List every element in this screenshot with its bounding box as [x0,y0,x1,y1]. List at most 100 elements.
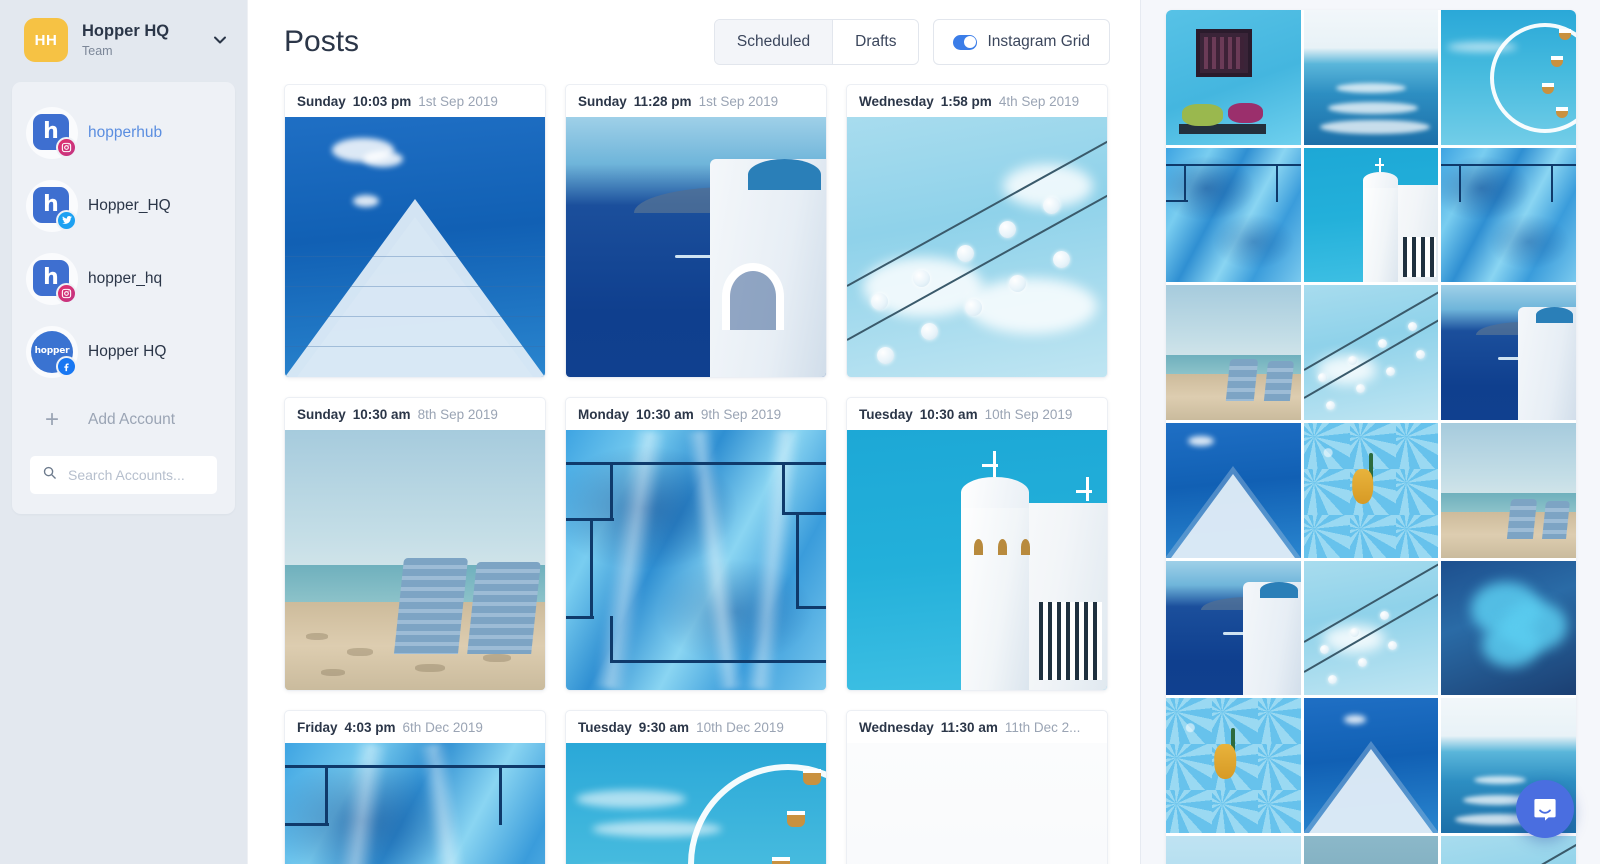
posts-grid: Sunday 10:03 pm 1st Sep 2019 Sunday 11:2… [284,84,1108,864]
post-image[interactable] [566,743,826,864]
post-meta: Sunday 10:03 pm 1st Sep 2019 [285,85,545,117]
instagram-grid-tile[interactable] [1166,10,1301,145]
instagram-grid-tile[interactable] [1166,698,1301,834]
facebook-icon [56,355,77,377]
instagram-grid-tile[interactable] [1303,698,1439,834]
post-image[interactable] [847,430,1107,690]
post-image[interactable] [847,117,1107,377]
chat-icon [1531,795,1559,823]
search-accounts-box[interactable] [30,456,249,494]
posts-scroll-area[interactable]: Sunday 10:03 pm 1st Sep 2019 Sunday 11:2… [248,84,1140,864]
post-date: 4th Sep 2019 [998,93,1080,109]
chevron-down-icon[interactable] [209,29,231,51]
workspace-name: Hopper HQ [82,22,170,41]
post-card[interactable]: Wednesday 11:30 am 11th Dec 2... [846,710,1108,864]
page-title: Posts [284,25,360,58]
post-date: 10th Dec 2019 [696,719,784,735]
post-card[interactable]: Tuesday 9:30 am 10th Dec 2019 [565,710,827,864]
intercom-messenger-button[interactable] [1516,780,1574,838]
post-time: 10:30 am [352,406,411,422]
sidebar-account-hopper-hq-instagram[interactable]: h hopper_hq [12,242,235,315]
header-controls: Scheduled Drafts Instagram Grid [713,19,1110,65]
instagram-grid [1166,10,1576,864]
post-date: 1st Sep 2019 [698,93,779,109]
instagram-grid-toggle[interactable]: Instagram Grid [933,19,1110,65]
post-day-time: Wednesday [859,93,934,109]
post-day-time: Sunday [297,406,346,422]
twitter-icon [56,209,77,231]
instagram-grid-tile[interactable] [1441,285,1576,421]
instagram-grid-tile[interactable] [1303,147,1439,283]
instagram-grid-tile[interactable] [1441,836,1576,864]
tab-drafts[interactable]: Drafts [833,20,919,64]
toggle-switch[interactable] [953,34,978,50]
sidebar: HH Hopper HQ Team h hopperhub h Hopper_H… [0,0,249,864]
post-meta: Tuesday 10:30 am 10th Sep 2019 [847,398,1107,430]
sidebar-account-label: hopper_hq [88,269,163,287]
post-meta: Tuesday 9:30 am 10th Dec 2019 [566,711,826,743]
sidebar-account-hopper-hq-facebook[interactable]: hopper Hopper HQ [12,315,235,388]
post-date: 1st Sep 2019 [418,93,498,109]
post-date: 9th Sep 2019 [700,406,782,422]
instagram-grid-tile[interactable] [1441,560,1576,696]
search-accounts-input[interactable] [68,467,249,483]
post-card[interactable]: Sunday 11:28 pm 1st Sep 2019 [565,84,827,378]
instagram-grid-tile[interactable] [1166,147,1301,283]
post-image[interactable] [285,117,545,377]
instagram-grid-tile[interactable] [1441,10,1576,145]
sidebar-account-label: Hopper_HQ [88,196,171,214]
instagram-grid-tile[interactable] [1303,423,1439,558]
workspace-switcher[interactable]: HH Hopper HQ Team [0,0,247,80]
post-day-time: Wednesday [859,719,934,735]
post-day-time: Sunday [578,93,627,109]
post-meta: Monday 10:30 am 9th Sep 2019 [566,398,826,430]
post-image[interactable] [285,430,545,690]
post-time: 10:30 am [636,406,694,422]
post-meta: Wednesday 1:58 pm 4th Sep 2019 [847,85,1107,117]
post-meta: Wednesday 11:30 am 11th Dec 2... [847,711,1107,743]
instagram-grid-tile[interactable] [1441,423,1576,558]
tab-scheduled[interactable]: Scheduled [714,20,834,64]
workspace-avatar: HH [24,18,68,62]
sidebar-account-hopperhub[interactable]: h hopperhub [12,96,235,169]
post-day-time: Monday [578,406,630,422]
post-card[interactable]: Friday 4:03 pm 6th Dec 2019 [284,710,546,864]
instagram-grid-tile[interactable] [1303,836,1439,864]
post-time: 10:03 pm [352,93,412,109]
post-image[interactable] [566,117,826,377]
instagram-grid-tile[interactable] [1166,836,1301,864]
main-content: Posts Scheduled Drafts Instagram Grid Su… [247,0,1140,864]
instagram-grid-tile[interactable] [1166,560,1301,696]
instagram-grid-tile[interactable] [1303,560,1439,696]
post-image[interactable] [285,743,545,864]
post-card[interactable]: Monday 10:30 am 9th Sep 2019 [565,397,827,691]
instagram-icon [56,136,77,158]
instagram-grid-tile[interactable] [1303,285,1439,421]
post-day-time: Tuesday [578,719,632,735]
post-meta: Sunday 10:30 am 8th Sep 2019 [285,398,545,430]
search-icon [42,465,57,485]
post-date: 11th Dec 2... [1004,719,1081,735]
post-card[interactable]: Sunday 10:03 pm 1st Sep 2019 [284,84,546,378]
post-card[interactable]: Tuesday 10:30 am 10th Sep 2019 [846,397,1108,691]
post-date: 10th Sep 2019 [984,406,1073,422]
post-image[interactable] [847,743,1107,864]
avatar: h [26,179,78,232]
post-day-time: Friday [297,719,338,735]
post-time: 1:58 pm [940,93,992,109]
instagram-grid-tile[interactable] [1303,10,1439,145]
add-account-button[interactable]: + Add Account [12,392,235,448]
app-root: HH Hopper HQ Team h hopperhub h Hopper_H… [0,0,1600,864]
instagram-grid-tile[interactable] [1166,423,1301,558]
post-meta: Friday 4:03 pm 6th Dec 2019 [285,711,545,743]
instagram-grid-tile[interactable] [1166,285,1301,420]
post-image[interactable] [566,430,826,690]
workspace-text: Hopper HQ Team [82,22,209,58]
sidebar-account-hopper-hq-twitter[interactable]: h Hopper_HQ [12,169,235,242]
post-card[interactable]: Wednesday 1:58 pm 4th Sep 2019 [846,84,1108,378]
instagram-grid-tile[interactable] [1441,147,1576,283]
post-date: 6th Dec 2019 [402,719,483,735]
post-time: 11:30 am [940,719,998,735]
instagram-grid-toggle-label: Instagram Grid [987,33,1090,50]
post-card[interactable]: Sunday 10:30 am 8th Sep 2019 [284,397,546,691]
